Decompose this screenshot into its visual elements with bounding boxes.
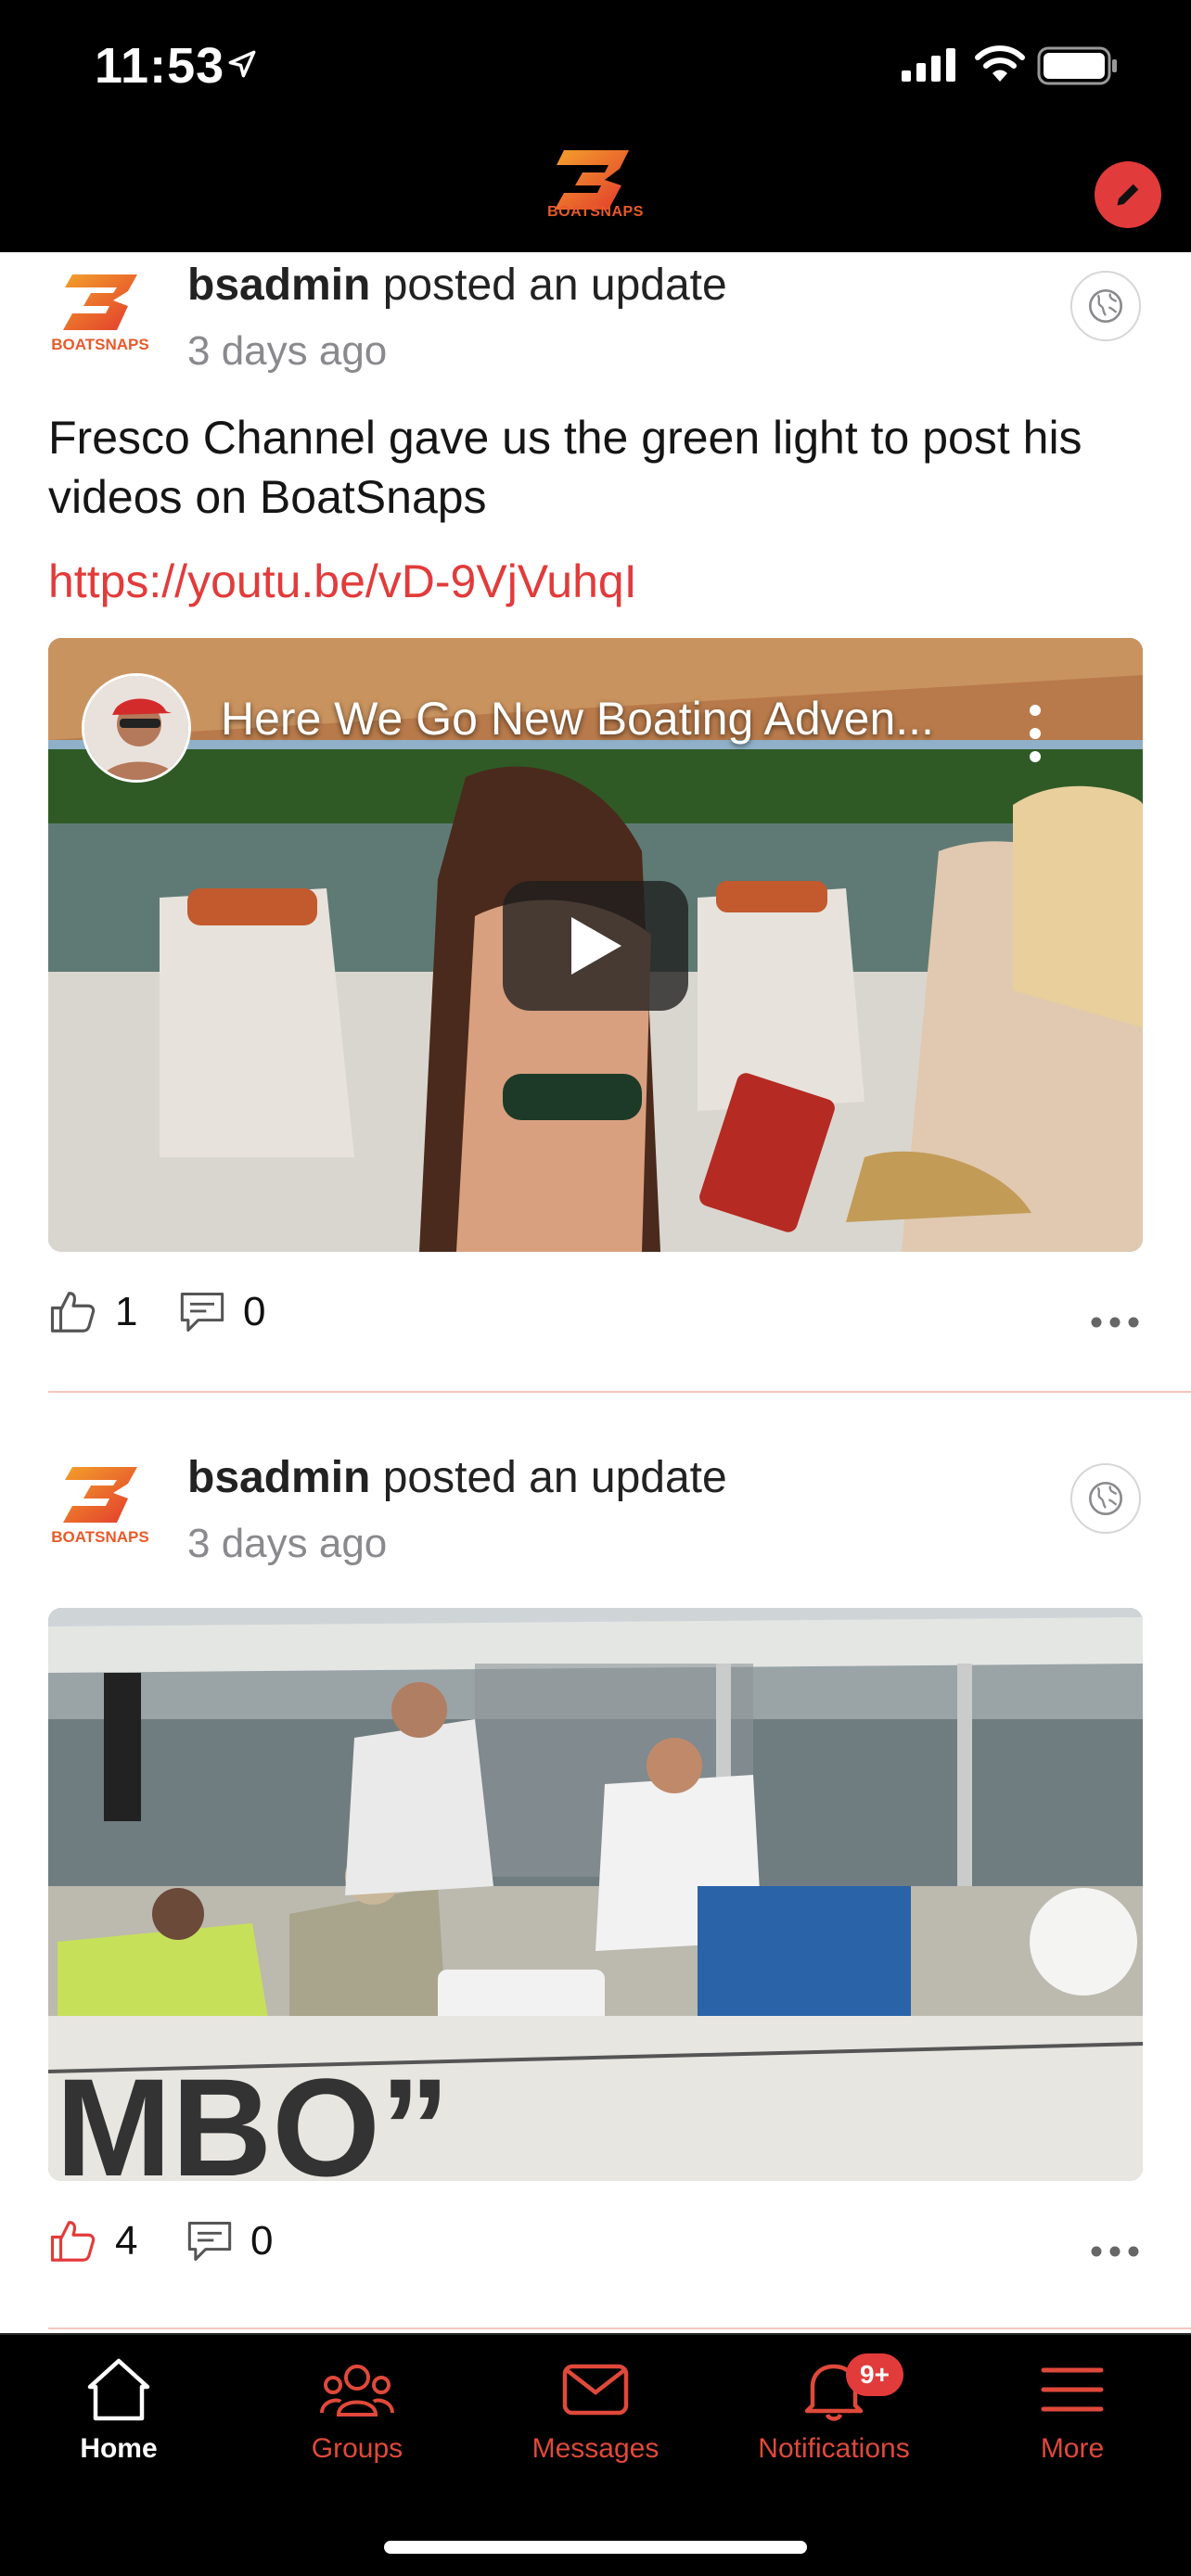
author-avatar[interactable]: BOATSNAPS bbox=[48, 271, 152, 363]
globe-icon bbox=[1089, 289, 1122, 323]
post-actions: 4 0 bbox=[48, 2218, 1143, 2283]
app-header: BOATSNAPS bbox=[0, 130, 1191, 252]
like-button[interactable]: 4 bbox=[48, 2218, 137, 2264]
location-arrow-icon bbox=[228, 50, 256, 78]
thumbs-up-icon bbox=[50, 2221, 96, 2262]
avatar-wordmark: BOATSNAPS bbox=[51, 336, 149, 353]
channel-avatar[interactable] bbox=[82, 673, 191, 783]
play-icon bbox=[571, 917, 621, 975]
like-count: 4 bbox=[115, 2218, 138, 2264]
post-more-button[interactable] bbox=[1087, 1294, 1143, 1350]
logo-wordmark: BOATSNAPS bbox=[547, 204, 644, 220]
comment-button[interactable]: 0 bbox=[178, 1289, 265, 1335]
notification-badge: 9+ bbox=[846, 2353, 903, 2396]
home-icon bbox=[87, 2358, 150, 2421]
globe-icon bbox=[1089, 1482, 1122, 1515]
activity-post: BOATSNAPS bsadmin posted an update 3 day… bbox=[0, 252, 1191, 1395]
post-link[interactable]: https://youtu.be/vD-9VjVuhqI bbox=[48, 555, 637, 608]
tab-more[interactable]: More bbox=[966, 2357, 1179, 2478]
wifi-icon bbox=[975, 45, 1025, 82]
post-header: bsadmin posted an update bbox=[187, 1452, 727, 1503]
boat-photo: MBO” bbox=[48, 1608, 1143, 2181]
comment-count: 0 bbox=[243, 1289, 266, 1334]
post-body: Fresco Channel gave us the green light t… bbox=[48, 412, 1082, 523]
status-time: 11:53 bbox=[95, 38, 225, 94]
avatar-wordmark: BOATSNAPS bbox=[51, 1528, 149, 1546]
play-button[interactable] bbox=[503, 881, 688, 1011]
like-count: 1 bbox=[115, 1289, 138, 1334]
tab-label: Home bbox=[80, 2433, 158, 2464]
activity-post: BOATSNAPS bsadmin posted an update 3 day… bbox=[0, 1445, 1191, 2333]
groups-icon bbox=[320, 2365, 394, 2417]
post-photo[interactable]: MBO” bbox=[48, 1608, 1143, 2181]
post-divider bbox=[48, 2327, 1191, 2329]
comment-button[interactable]: 0 bbox=[186, 2218, 273, 2264]
post-action-text: posted an update bbox=[382, 1453, 727, 1502]
more-dots-icon bbox=[1091, 1317, 1139, 1328]
menu-icon bbox=[1041, 2367, 1104, 2412]
pencil-icon bbox=[1117, 184, 1139, 206]
cellular-signal-icon bbox=[902, 48, 955, 82]
comment-icon bbox=[180, 1292, 224, 1333]
tab-groups[interactable]: Groups bbox=[250, 2357, 464, 2478]
post-timestamp: 3 days ago bbox=[187, 1521, 388, 1566]
tab-messages[interactable]: Messages bbox=[489, 2357, 702, 2478]
bottom-tab-bar: Home Groups Messages 9+ Notifications Mo… bbox=[0, 2333, 1191, 2576]
status-bar: 11:53 bbox=[0, 0, 1191, 130]
comment-count: 0 bbox=[250, 2218, 274, 2264]
like-button[interactable]: 1 bbox=[48, 1289, 137, 1335]
tab-label: Messages bbox=[531, 2433, 660, 2464]
privacy-button[interactable] bbox=[1070, 1463, 1141, 1534]
tab-label: Groups bbox=[311, 2433, 403, 2464]
post-header: bsadmin posted an update bbox=[187, 260, 727, 311]
comment-icon bbox=[187, 2221, 232, 2262]
tab-notifications[interactable]: 9+ Notifications bbox=[727, 2353, 941, 2478]
tab-label: Notifications bbox=[758, 2433, 910, 2464]
tab-label: More bbox=[1040, 2433, 1105, 2464]
tab-home[interactable]: Home bbox=[12, 2357, 225, 2478]
home-indicator bbox=[384, 2541, 807, 2554]
video-options-icon[interactable] bbox=[1017, 701, 1054, 766]
video-embed[interactable]: Here We Go New Boating Adven... bbox=[48, 638, 1143, 1252]
boatsnaps-logo bbox=[63, 1467, 137, 1523]
post-timestamp: 3 days ago bbox=[187, 328, 388, 374]
author-name[interactable]: bsadmin bbox=[187, 261, 370, 310]
post-actions: 1 0 bbox=[48, 1289, 1143, 1354]
thumbs-up-icon bbox=[50, 1292, 96, 1333]
more-dots-icon bbox=[1091, 2246, 1139, 2257]
privacy-button[interactable] bbox=[1070, 271, 1141, 341]
svg-text:MBO”: MBO” bbox=[56, 2049, 450, 2181]
video-title[interactable]: Here We Go New Boating Adven... bbox=[221, 692, 934, 746]
battery-icon bbox=[1037, 46, 1117, 85]
compose-button[interactable] bbox=[1095, 161, 1161, 228]
boatsnaps-logo bbox=[63, 274, 137, 330]
post-more-button[interactable] bbox=[1087, 2224, 1143, 2279]
post-divider bbox=[48, 1391, 1191, 1393]
author-name[interactable]: bsadmin bbox=[187, 1453, 370, 1502]
author-avatar[interactable]: BOATSNAPS bbox=[48, 1463, 152, 1556]
messages-icon bbox=[562, 2364, 629, 2416]
post-action-text: posted an update bbox=[382, 261, 727, 310]
